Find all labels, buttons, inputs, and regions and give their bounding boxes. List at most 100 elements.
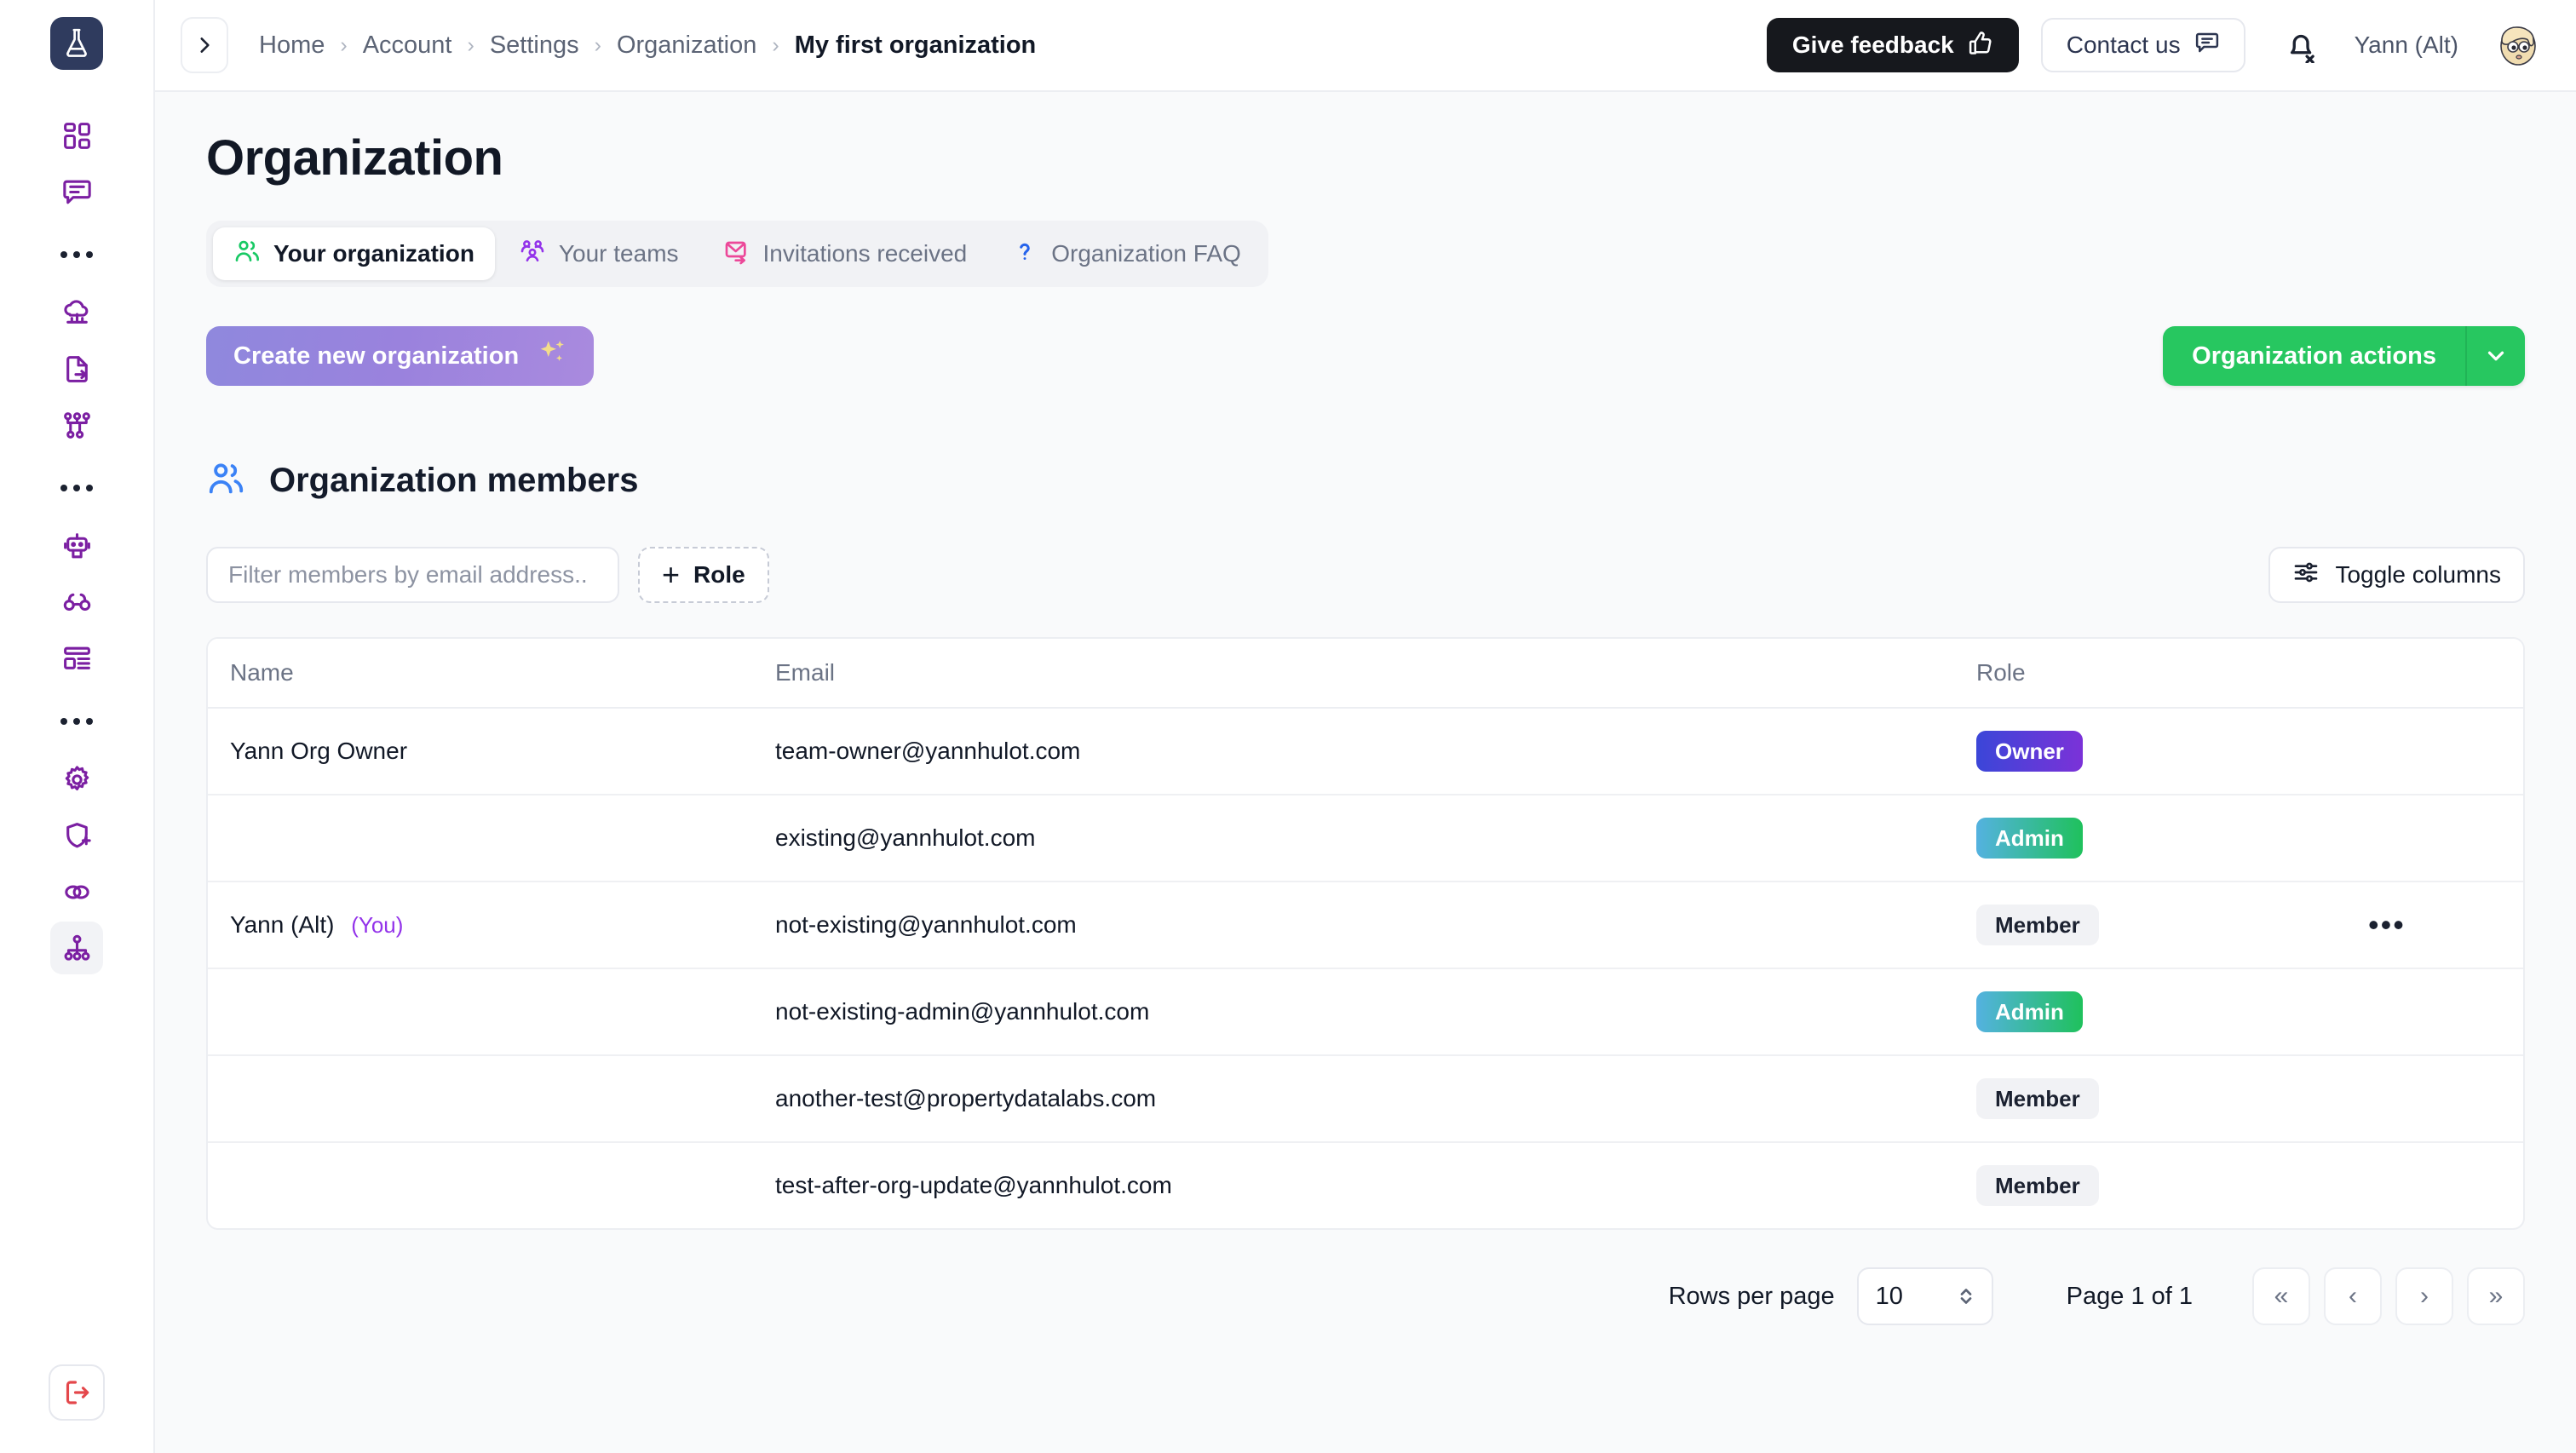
breadcrumb-item-settings[interactable]: Settings xyxy=(490,32,579,60)
column-header-role: Role xyxy=(1954,639,2346,709)
logout-icon[interactable] xyxy=(49,1364,105,1421)
table-row[interactable]: existing@yannhulot.com Admin xyxy=(208,795,2523,882)
breadcrumb-separator-icon: › xyxy=(772,32,779,57)
cell-actions xyxy=(2346,1142,2523,1228)
members-icon xyxy=(206,459,245,503)
avatar[interactable] xyxy=(2493,20,2544,71)
column-header-name: Name xyxy=(208,639,753,709)
cell-actions xyxy=(2346,795,2523,882)
mail-invite-icon xyxy=(723,238,750,271)
table-row[interactable]: Yann (Alt) (You) not-existing@yannhulot.… xyxy=(208,882,2523,969)
give-feedback-label: Give feedback xyxy=(1791,32,1954,58)
cell-name: Yann Org Owner xyxy=(208,708,753,795)
sliders-icon xyxy=(2292,559,2320,592)
plus-icon: + xyxy=(662,557,681,592)
member-name: Yann Org Owner xyxy=(230,738,408,764)
status-badge: Admin xyxy=(1976,991,2083,1032)
team-group-icon xyxy=(519,238,546,271)
rows-per-page-select[interactable]: 10 xyxy=(1856,1267,1993,1325)
thumbs-up-icon xyxy=(1968,30,1993,61)
sidebar-divider-dots xyxy=(60,235,93,274)
create-new-organization-button[interactable]: Create new organization xyxy=(206,326,595,386)
first-page-button[interactable]: « xyxy=(2252,1267,2310,1325)
you-tag: (You) xyxy=(351,912,404,938)
tab-label: Your teams xyxy=(558,240,679,267)
sidebar-item-glasses[interactable] xyxy=(50,576,103,629)
chevron-down-icon[interactable] xyxy=(2465,326,2525,386)
row-menu-icon[interactable]: ••• xyxy=(2368,907,2406,942)
sidebar-item-shield-plus[interactable] xyxy=(50,809,103,862)
breadcrumb-item-organization[interactable]: Organization xyxy=(617,32,756,60)
filter-members-input[interactable] xyxy=(206,547,619,603)
header-user-name[interactable]: Yann (Alt) xyxy=(2355,32,2458,59)
column-header-actions xyxy=(2346,639,2523,709)
add-role-filter-label: Role xyxy=(693,561,745,588)
cell-role: Member xyxy=(1954,882,2346,969)
cell-name xyxy=(208,968,753,1056)
tab-label: Invitations received xyxy=(762,240,968,267)
bell-off-icon[interactable] xyxy=(2280,23,2324,67)
table-header: Name Email Role xyxy=(208,639,2523,709)
table-row[interactable]: Yann Org Owner team-owner@yannhulot.com … xyxy=(208,708,2523,795)
give-feedback-button[interactable]: Give feedback xyxy=(1766,18,2019,72)
chevron-right-icon[interactable] xyxy=(181,17,228,73)
sidebar-item-cloud-network[interactable] xyxy=(50,286,103,339)
cell-role: Admin xyxy=(1954,795,2346,882)
breadcrumb-separator-icon: › xyxy=(340,32,348,57)
members-section-title: Organization members xyxy=(269,462,639,499)
tab-your-teams[interactable]: Your teams xyxy=(498,227,699,280)
tab-label: Your organization xyxy=(273,240,474,267)
sidebar-item-layout-list[interactable] xyxy=(50,632,103,685)
top-header: Home › Account › Settings › Organization… xyxy=(155,0,2576,92)
breadcrumb-separator-icon: › xyxy=(467,32,474,57)
breadcrumb-item-home[interactable]: Home xyxy=(259,32,325,60)
toggle-columns-label: Toggle columns xyxy=(2335,561,2501,588)
cell-email: not-existing@yannhulot.com xyxy=(753,882,1954,969)
users-icon xyxy=(233,238,261,271)
cell-actions: ••• xyxy=(2346,882,2523,969)
cell-email: not-existing-admin@yannhulot.com xyxy=(753,968,1954,1056)
sidebar-item-chat[interactable] xyxy=(50,165,103,218)
cell-role: Owner xyxy=(1954,708,2346,795)
column-header-email: Email xyxy=(753,639,1954,709)
flask-logo-icon[interactable] xyxy=(50,17,103,70)
sidebar-item-settings[interactable] xyxy=(50,753,103,806)
tab-label: Organization FAQ xyxy=(1051,240,1241,267)
sidebar-item-dashboard[interactable] xyxy=(50,109,103,162)
tab-your-organization[interactable]: Your organization xyxy=(213,227,495,280)
members-section-header: Organization members xyxy=(206,459,2525,503)
main-area: Home › Account › Settings › Organization… xyxy=(155,0,2576,1453)
sidebar-item-workflow[interactable] xyxy=(50,399,103,451)
breadcrumb-item-account[interactable]: Account xyxy=(363,32,452,60)
next-page-button[interactable]: › xyxy=(2395,1267,2453,1325)
sidebar-item-linked-rings[interactable] xyxy=(50,865,103,918)
cell-email: team-owner@yannhulot.com xyxy=(753,708,1954,795)
breadcrumb: Home › Account › Settings › Organization… xyxy=(259,32,1767,60)
cell-name: Yann (Alt) (You) xyxy=(208,882,753,969)
page-content: Organization Your organization Your team… xyxy=(155,92,2576,1453)
members-table: Name Email Role Yann Org Owner team-owne… xyxy=(206,637,2525,1230)
status-badge: Member xyxy=(1976,1165,2099,1206)
table-body: Yann Org Owner team-owner@yannhulot.com … xyxy=(208,708,2523,1228)
sidebar-item-robot[interactable] xyxy=(50,520,103,572)
cell-email: test-after-org-update@yannhulot.com xyxy=(775,1172,1172,1198)
add-role-filter-button[interactable]: + Role xyxy=(638,547,769,603)
cell-role: Member xyxy=(1954,1055,2346,1143)
status-badge: Owner xyxy=(1976,731,2083,772)
previous-page-button[interactable]: ‹ xyxy=(2324,1267,2382,1325)
last-page-button[interactable]: » xyxy=(2467,1267,2525,1325)
page-title: Organization xyxy=(206,130,503,186)
sidebar-item-file-export[interactable] xyxy=(50,342,103,395)
pagination-buttons: « ‹ › » xyxy=(2252,1267,2525,1325)
create-new-organization-label: Create new organization xyxy=(233,342,520,370)
table-row[interactable]: another-test@propertydatalabs.com Member xyxy=(208,1055,2523,1143)
tab-organization-faq[interactable]: Organization FAQ xyxy=(991,227,1262,280)
toggle-columns-button[interactable]: Toggle columns xyxy=(2268,547,2525,603)
table-row[interactable]: test-after-org-update@yannhulot.com Memb… xyxy=(208,1142,2523,1228)
sidebar-item-organization[interactable] xyxy=(50,922,103,974)
tab-invitations-received[interactable]: Invitations received xyxy=(703,227,988,280)
contact-us-button[interactable]: Contact us xyxy=(2040,18,2245,72)
organization-actions-button[interactable]: Organization actions xyxy=(2163,326,2465,386)
sidebar-divider-dots xyxy=(60,468,93,508)
table-row[interactable]: not-existing-admin@yannhulot.com Admin xyxy=(208,968,2523,1056)
